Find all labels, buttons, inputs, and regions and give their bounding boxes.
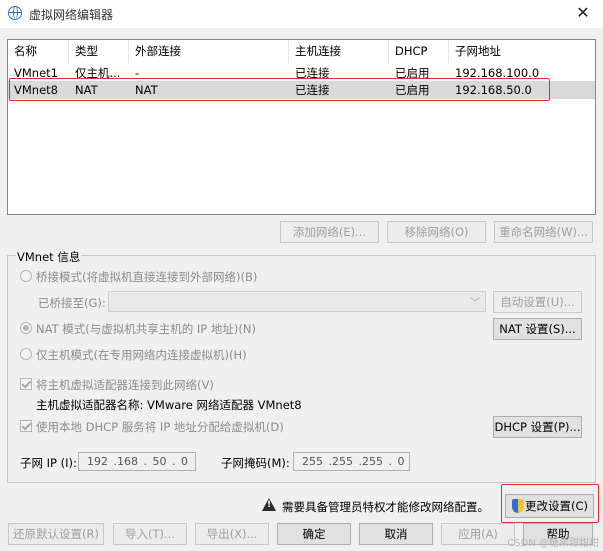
change-settings-highlight-outline — [501, 484, 599, 523]
column-header-type[interactable]: 类型 — [69, 40, 129, 63]
host-only-radio[interactable] — [20, 348, 32, 360]
host-only-label: 仅主机模式(在专用网络内连接虚拟机)(H) — [36, 348, 247, 362]
adapter-name-text: 主机虚拟适配器名称: VMware 网络适配器 VMnet8 — [36, 398, 302, 412]
dhcp-settings-button[interactable]: DHCP 设置(P)... — [493, 416, 582, 438]
restore-defaults-button[interactable]: 还原默认设置(R) — [8, 523, 104, 545]
nat-mode-radio[interactable] — [20, 322, 32, 334]
apply-button[interactable]: 应用(A) — [441, 523, 515, 545]
warning-icon — [262, 498, 276, 511]
subnet-ip-field[interactable]: 192 .168 . 50 . 0 — [78, 452, 196, 471]
column-header-host[interactable]: 主机连接 — [289, 40, 389, 63]
bridged-to-label: 已桥接至(G): — [38, 296, 106, 310]
bridge-mode-label: 桥接模式(将虚拟机直接连接到外部网络)(B) — [36, 270, 258, 284]
selection-highlight-outline — [9, 78, 550, 101]
column-header-name[interactable]: 名称 — [8, 40, 69, 63]
subnet-mask-field[interactable]: 255 .255 .255 . 0 — [293, 452, 410, 471]
column-header-subnet[interactable]: 子网地址 — [449, 40, 595, 63]
cancel-button[interactable]: 取消 — [359, 523, 433, 545]
close-button[interactable]: ✕ — [563, 0, 603, 28]
add-network-button[interactable]: 添加网络(E)... — [280, 221, 379, 243]
remove-network-button[interactable]: 移除网络(O) — [387, 221, 486, 243]
connect-adapter-checkbox[interactable] — [20, 378, 32, 390]
bridge-mode-radio[interactable] — [20, 270, 32, 282]
ok-button[interactable]: 确定 — [277, 523, 351, 545]
network-globe-icon — [8, 6, 22, 20]
subnet-mask-label: 子网掩码(M): — [221, 456, 290, 470]
auto-settings-button[interactable]: 自动设置(U)... — [493, 291, 582, 313]
window-title: 虚拟网络编辑器 — [29, 8, 114, 22]
admin-notice-text: 需要具备管理员特权才能修改网络配置。 — [282, 500, 489, 514]
nat-mode-label: NAT 模式(与虚拟机共享主机的 IP 地址)(N) — [36, 322, 256, 336]
export-button[interactable]: 导出(X)... — [195, 523, 269, 545]
subnet-ip-label: 子网 IP (I): — [20, 456, 77, 470]
network-list[interactable]: 名称 类型 外部连接 主机连接 DHCP 子网地址 VMnet1 仅主机... … — [7, 39, 596, 215]
list-header: 名称 类型 外部连接 主机连接 DHCP 子网地址 — [8, 40, 595, 63]
import-button[interactable]: 导入(T)... — [113, 523, 187, 545]
use-dhcp-checkbox[interactable] — [20, 420, 32, 432]
title-bar: 虚拟网络编辑器 ✕ — [0, 0, 603, 28]
rename-network-button[interactable]: 重命名网络(W)... — [494, 221, 593, 243]
column-header-dhcp[interactable]: DHCP — [389, 40, 449, 63]
use-dhcp-label: 使用本地 DHCP 服务将 IP 地址分配给虚拟机(D) — [36, 420, 284, 434]
vmnet-info-label: VMnet 信息 — [16, 249, 82, 265]
chevron-down-icon: ﹀ — [470, 298, 480, 309]
column-header-external[interactable]: 外部连接 — [129, 40, 289, 63]
connect-adapter-label: 将主机虚拟适配器连接到此网络(V) — [36, 378, 214, 392]
watermark: CSDN @糖果甜甜甜 — [507, 538, 599, 549]
bridged-to-select[interactable]: ﹀ — [108, 291, 486, 312]
vmnet-info-group — [7, 255, 596, 483]
nat-settings-button[interactable]: NAT 设置(S)... — [493, 318, 582, 340]
